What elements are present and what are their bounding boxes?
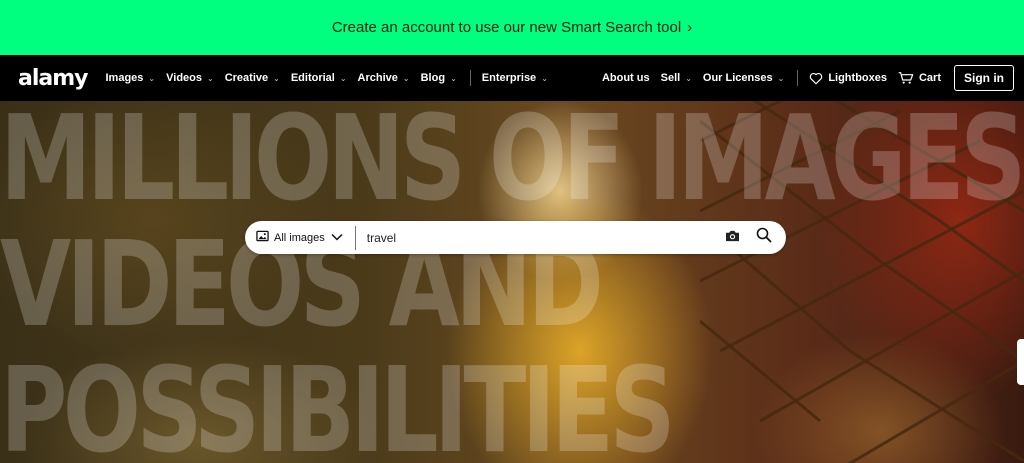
chevron-right-icon: ›: [687, 19, 693, 36]
cart-icon: [898, 71, 914, 85]
chevron-down-icon: ⌄: [541, 73, 548, 83]
nav-item-label: Archive: [357, 72, 398, 84]
nav-divider: [469, 70, 471, 86]
search-input[interactable]: [355, 221, 716, 254]
nav-item-label: Cart: [918, 72, 941, 84]
search-type-dropdown[interactable]: All images: [245, 221, 355, 254]
nav-item-label: About us: [601, 72, 650, 84]
chevron-down-icon: ⌄: [450, 73, 457, 83]
hero-section: MILLIONS OF IMAGES, VIDEOS AND POSSIBILI…: [0, 101, 1024, 463]
nav-item-label: Our Licenses: [702, 72, 773, 84]
chevron-down-icon: [331, 232, 343, 244]
nav-item-archive[interactable]: Archive ⌄: [358, 72, 410, 84]
lightboxes-link[interactable]: Lightboxes: [809, 72, 887, 85]
camera-search-button[interactable]: [716, 221, 748, 254]
nav-item-label: Images: [105, 72, 144, 84]
promo-banner[interactable]: Create an account to use our new Smart S…: [0, 0, 1024, 55]
hero-headline-line: POSSIBILITIES: [0, 341, 676, 463]
nav-item-editorial[interactable]: Editorial ⌄: [291, 72, 347, 84]
nav-item-blog[interactable]: Blog ⌄: [421, 72, 457, 84]
alamy-logo[interactable]: alamy: [18, 66, 88, 91]
nav-about-us[interactable]: About us: [602, 72, 650, 84]
search-submit-button[interactable]: [748, 221, 780, 254]
hero-headline-line: MILLIONS OF IMAGES,: [0, 101, 1024, 227]
nav-item-label: Lightboxes: [828, 72, 887, 84]
cart-link[interactable]: Cart: [898, 71, 941, 85]
chevron-down-icon: ⌄: [148, 73, 156, 83]
hero-headline: MILLIONS OF IMAGES, VIDEOS AND POSSIBILI…: [0, 101, 1024, 463]
nav-item-label: Blog: [420, 72, 446, 84]
nav-item-videos[interactable]: Videos ⌄: [166, 72, 214, 84]
main-navbar: alamy Images ⌄ Videos ⌄ Creative ⌄ Edito…: [0, 55, 1024, 101]
heart-icon: [809, 72, 823, 85]
nav-divider: [797, 70, 799, 86]
nav-item-enterprise[interactable]: Enterprise ⌄: [482, 72, 548, 84]
camera-icon: [725, 229, 740, 247]
nav-item-label: Sell: [660, 72, 681, 84]
chevron-down-icon: ⌄: [777, 73, 785, 83]
nav-item-creative[interactable]: Creative ⌄: [225, 72, 280, 84]
search-bar: All images: [245, 221, 786, 254]
nav-sell[interactable]: Sell ⌄: [661, 72, 692, 84]
image-icon: [256, 230, 269, 245]
search-type-label: All images: [274, 231, 325, 244]
nav-item-label: Creative: [224, 72, 269, 84]
nav-our-licenses[interactable]: Our Licenses ⌄: [703, 72, 784, 84]
hero-background-net: [700, 101, 1024, 463]
sign-in-button[interactable]: Sign in: [954, 65, 1014, 91]
chevron-down-icon: ⌄: [273, 73, 280, 83]
nav-item-label: Editorial: [290, 72, 335, 84]
promo-text: Create an account to use our new Smart S…: [331, 19, 682, 36]
nav-item-label: Enterprise: [481, 72, 537, 84]
chevron-down-icon: ⌄: [207, 73, 214, 83]
chevron-down-icon: ⌄: [402, 73, 410, 83]
chevron-down-icon: ⌄: [685, 73, 692, 83]
nav-item-images[interactable]: Images ⌄: [106, 72, 156, 84]
feedback-tab[interactable]: [1017, 339, 1024, 385]
chevron-down-icon: ⌄: [339, 73, 347, 83]
nav-item-label: Videos: [166, 72, 202, 84]
search-icon: [756, 227, 772, 248]
